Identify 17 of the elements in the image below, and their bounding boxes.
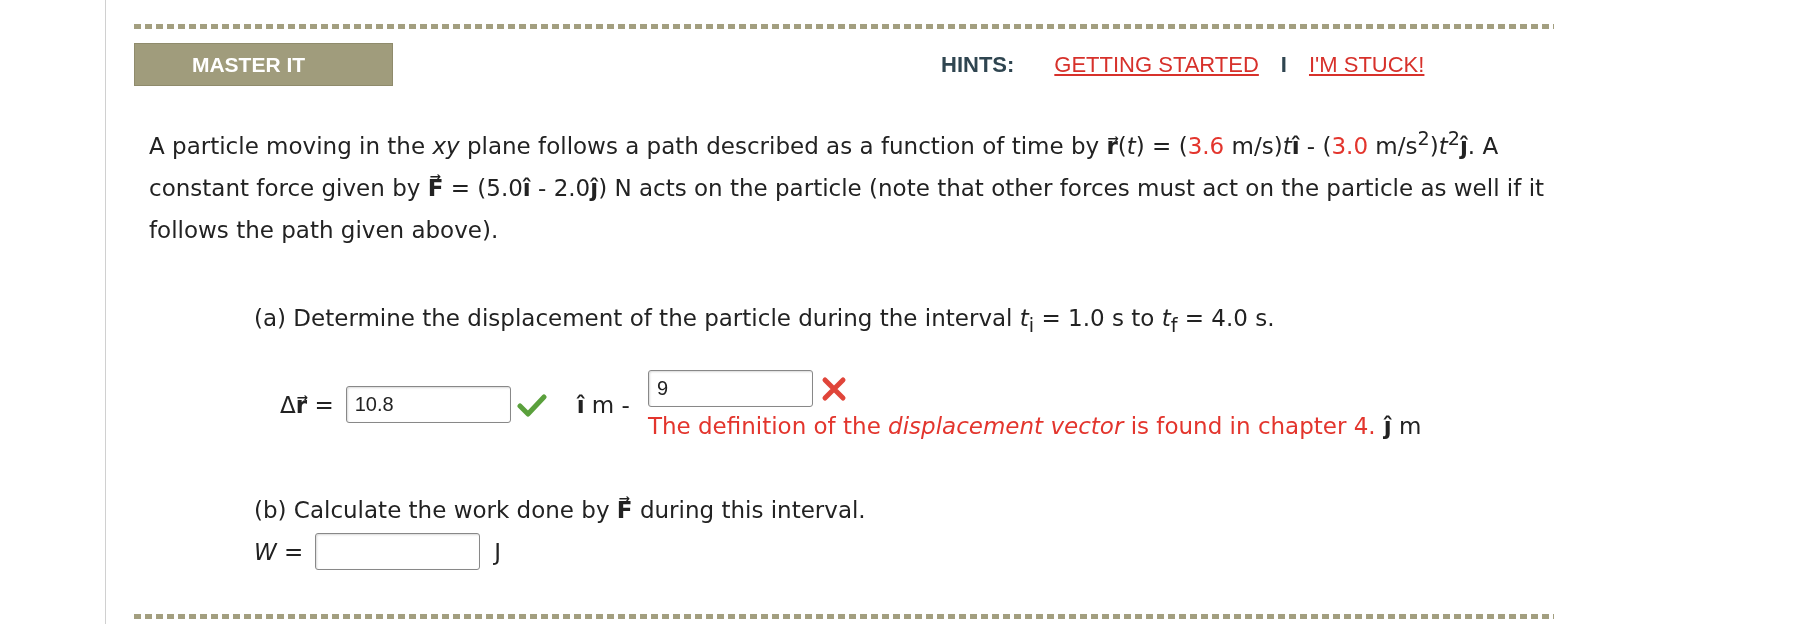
feedback-text: The definition of the displacement vector is found in chapter 4. xyxy=(647,413,1376,440)
section-title: MASTER IT xyxy=(134,43,393,86)
question-text: (b) Calculate the work done by F⃗ during this interval. xyxy=(254,495,867,526)
answer-field[interactable]: 9 xyxy=(647,370,813,408)
hint-link[interactable]: I'M STUCK! xyxy=(1309,51,1425,78)
unit-label: ĵ m xyxy=(1383,413,1422,440)
answer-field[interactable]: 10.8 xyxy=(345,386,511,424)
hints-label: HINTS: xyxy=(941,51,1015,78)
unit-label: J xyxy=(494,538,502,565)
unit-label: î m - xyxy=(576,391,630,418)
equation-label: Δr⃗ = xyxy=(280,391,334,418)
separator: I xyxy=(1280,51,1287,78)
equation-label: W = xyxy=(254,538,304,565)
hint-link[interactable]: GETTING STARTED xyxy=(1054,51,1259,78)
problem-text: A particle moving in the xy plane follows a path described as a function of time by r⃗(t) = (3.6 m/s)tî - (3.0 m/s$^{2}$)t$^{2}$ĵ. A constant force given by F⃗ = (5.0î - 2.0ĵ) N acts on the particle (note that other forces must act on the particle as well if it follows the path given above). xyxy=(149,126,1546,245)
answer-field[interactable] xyxy=(315,533,481,571)
question-text: (a) Determine the displacement of the particle during the interval t$_{i}$ = 1.0 s to t$_{f}$ = 4.0 s. xyxy=(254,303,1276,339)
